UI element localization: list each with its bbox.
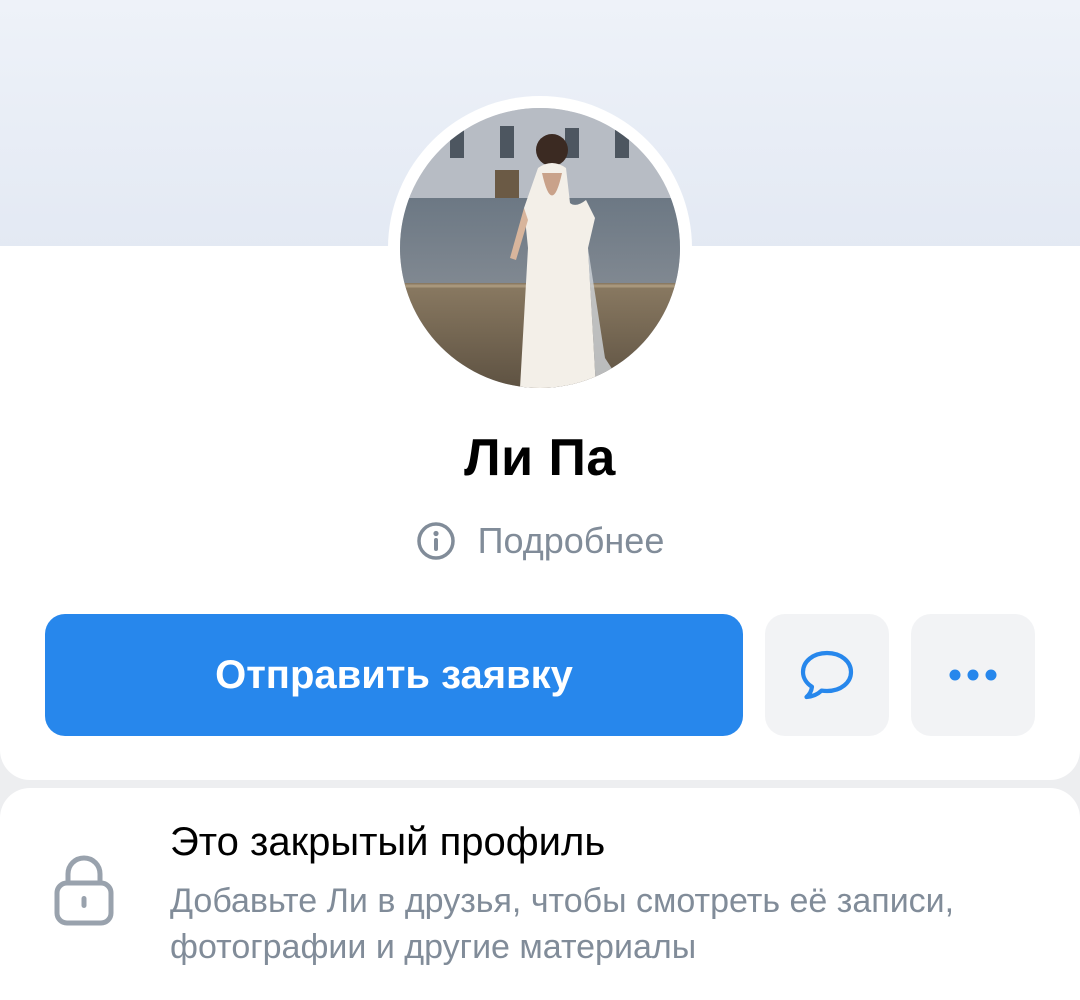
private-profile-description: Добавьте Ли в друзья, чтобы смотреть её …	[170, 882, 955, 966]
avatar[interactable]	[400, 108, 680, 388]
details-label: Подробнее	[477, 520, 665, 561]
avatar-photo	[400, 108, 680, 388]
lock-icon	[54, 855, 114, 926]
more-button[interactable]	[911, 614, 1035, 736]
message-bubble-icon	[800, 650, 854, 700]
private-profile-title: Это закрытый профиль	[170, 820, 606, 864]
send-request-button[interactable]: Отправить заявку	[45, 614, 743, 736]
message-button[interactable]	[765, 614, 889, 736]
details-link[interactable]: Подробнее	[0, 520, 1080, 562]
info-icon	[416, 522, 455, 560]
more-horizontal-icon	[949, 669, 997, 681]
profile-name: Ли Па	[464, 429, 616, 487]
